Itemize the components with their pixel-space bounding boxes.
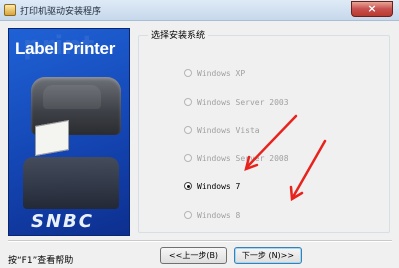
help-hint: 按“F1”查看帮助 [8, 256, 74, 266]
back-button[interactable]: <<上一步(B) [160, 247, 227, 264]
annotation-arrow-upper [244, 114, 298, 171]
annotation-arrow-lower [289, 139, 327, 202]
annotation-arrows [244, 114, 327, 202]
footer-divider [8, 240, 392, 242]
next-button[interactable]: 下一步 (N)>> [234, 247, 302, 264]
